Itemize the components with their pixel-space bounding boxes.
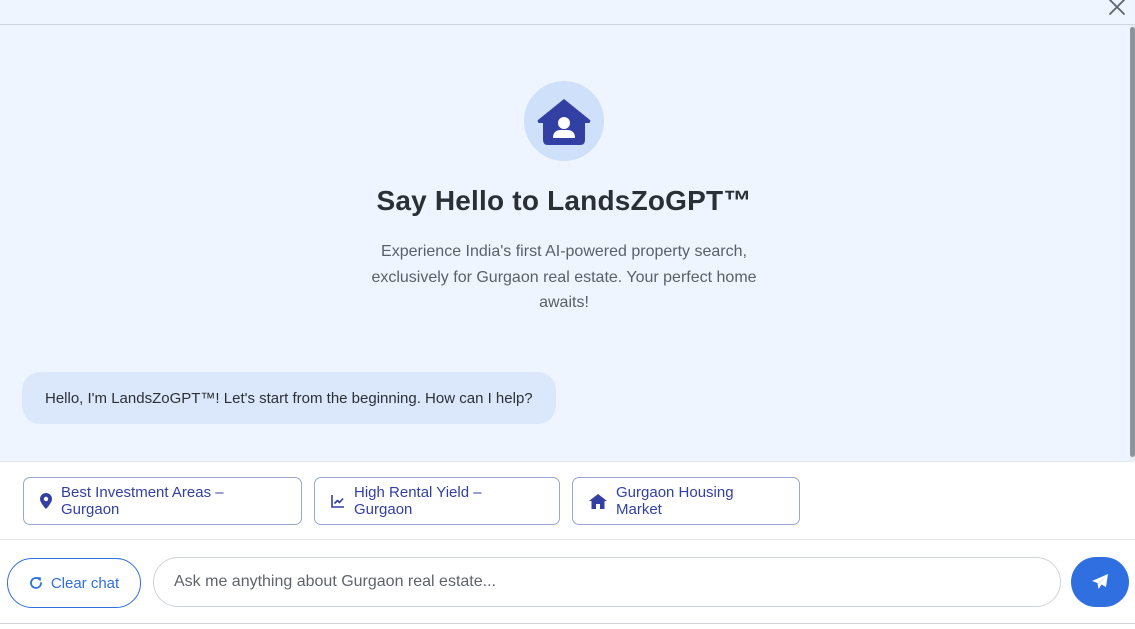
hero-subtitle: Experience India's first AI-powered prop… <box>371 243 757 311</box>
bot-message-bubble: Hello, I'm LandsZoGPT™! Let's start from… <box>22 372 556 424</box>
chat-input[interactable] <box>153 557 1061 607</box>
hero-title: Say Hello to LandsZoGPT™ <box>376 185 752 216</box>
scrollbar-thumb[interactable] <box>1130 27 1135 457</box>
suggestion-chip-housing-market[interactable]: Gurgaon Housing Market <box>572 477 800 525</box>
suggestion-chip-investment-areas[interactable]: Best Investment Areas – Gurgaon <box>23 477 302 525</box>
home-icon <box>589 493 607 509</box>
suggestion-bar: Best Investment Areas – Gurgaon High Ren… <box>0 462 1135 540</box>
line-chart-icon <box>331 494 345 508</box>
bottom-divider <box>0 623 1135 624</box>
composer: Clear chat <box>0 541 1135 629</box>
suggestion-chip-rental-yield[interactable]: High Rental Yield – Gurgaon <box>314 477 560 525</box>
scrollbar[interactable] <box>1130 25 1135 462</box>
map-pin-icon <box>40 493 52 509</box>
chat-area: Say Hello to LandsZoGPT™ Experience Indi… <box>0 25 1135 462</box>
house-user-icon <box>537 99 591 145</box>
refresh-icon <box>29 576 43 590</box>
hero-avatar <box>524 81 604 161</box>
suggestion-chip-label: High Rental Yield – Gurgaon <box>354 484 482 518</box>
clear-chat-label: Clear chat <box>50 574 120 592</box>
close-icon <box>1109 0 1125 15</box>
clear-chat-button[interactable]: Clear chat <box>7 558 141 608</box>
suggestion-chip-label: Gurgaon Housing Market <box>616 484 734 518</box>
send-icon <box>1092 574 1108 589</box>
suggestion-chip-label: Best Investment Areas – Gurgaon <box>61 484 224 518</box>
top-bar <box>0 0 1135 25</box>
send-button[interactable] <box>1071 557 1129 607</box>
close-button[interactable] <box>1107 0 1127 17</box>
